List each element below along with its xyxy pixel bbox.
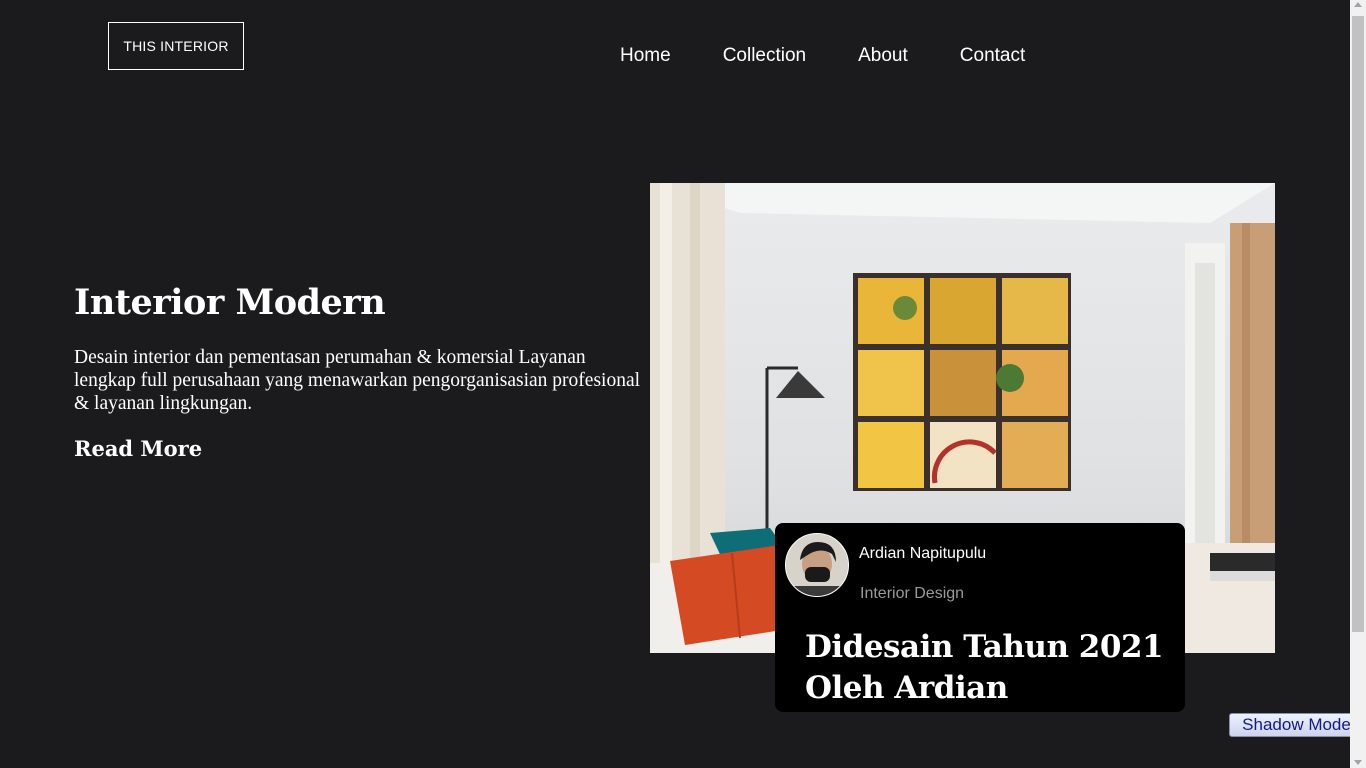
avatar-portrait-icon (786, 534, 848, 596)
nav-link-collection[interactable]: Collection (723, 45, 806, 67)
avatar (785, 533, 849, 597)
scrollbar-thumb[interactable] (1352, 16, 1364, 632)
hero-title: Interior Modern (74, 282, 386, 323)
author-name: Ardian Napitupulu (859, 545, 987, 562)
read-more-link[interactable]: Read More (74, 436, 202, 461)
author-role: Interior Design (860, 585, 965, 602)
nav-link-contact[interactable]: Contact (960, 45, 1025, 67)
scroll-up-icon[interactable] (1354, 2, 1362, 7)
nav-link-home[interactable]: Home (620, 45, 671, 67)
nav-link-about[interactable]: About (858, 45, 908, 67)
designer-card: Ardian Napitupulu Interior Design Didesa… (775, 523, 1185, 712)
scroll-down-icon[interactable] (1354, 760, 1362, 765)
card-title: Didesain Tahun 2021 Oleh Ardian (805, 629, 1164, 706)
vertical-scrollbar[interactable] (1350, 0, 1366, 768)
hero-description: Desain interior dan pementasan perumahan… (74, 347, 641, 414)
main-nav: Home Collection About Contact (620, 45, 1077, 67)
logo[interactable]: THIS INTERIOR (108, 22, 244, 70)
shadow-mode-button[interactable]: Shadow Mode (1229, 713, 1364, 737)
